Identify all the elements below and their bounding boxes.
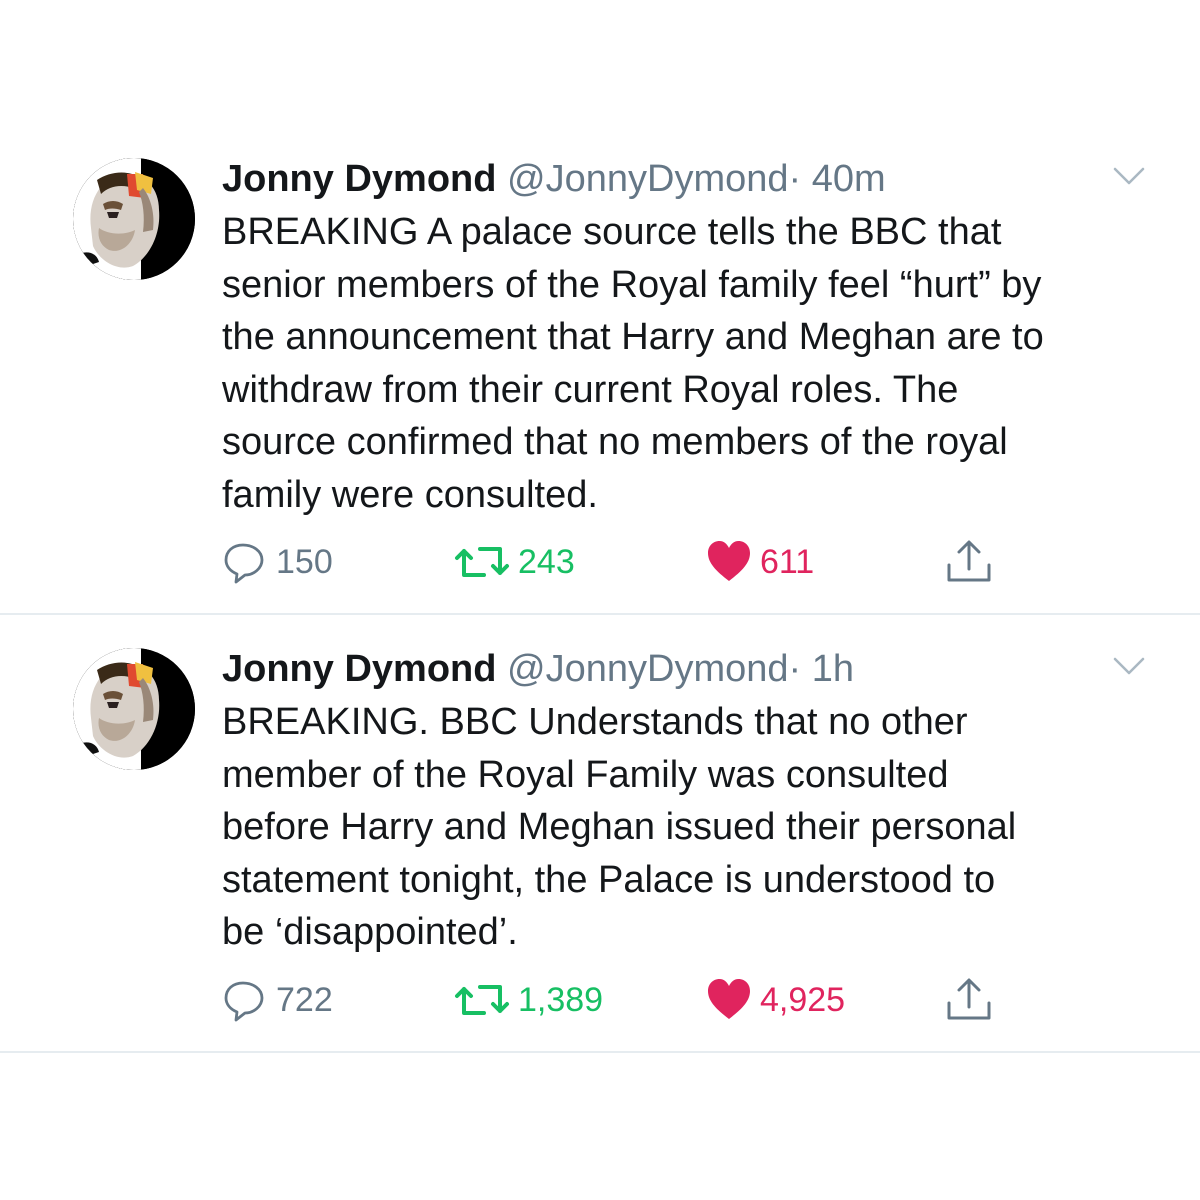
chevron-down-icon[interactable] xyxy=(1113,656,1145,676)
tweet-actions: 722 1,389 4,925 xyxy=(222,976,1022,1024)
tweet-timestamp[interactable]: 1h xyxy=(812,648,854,690)
reply-count: 150 xyxy=(276,542,333,581)
tweet-divider xyxy=(0,613,1200,615)
tweet-divider xyxy=(0,1051,1200,1053)
tweet-text: BREAKING. BBC Understands that no other … xyxy=(222,701,1017,953)
tweet-header: Jonny Dymond @JonnyDymond· 1h xyxy=(222,644,854,694)
chevron-down-icon[interactable] xyxy=(1113,166,1145,186)
reply-button[interactable]: 722 xyxy=(222,976,333,1024)
tweet[interactable]: Jonny Dymond @JonnyDymond· 1h BREAKING. … xyxy=(0,640,1200,1051)
retweet-icon xyxy=(454,977,510,1023)
author-name[interactable]: Jonny Dymond xyxy=(222,158,496,200)
author-name[interactable]: Jonny Dymond xyxy=(222,648,496,690)
share-icon xyxy=(944,539,994,585)
like-button[interactable]: 611 xyxy=(706,538,814,586)
retweet-count: 243 xyxy=(518,542,575,581)
reply-icon xyxy=(222,539,268,585)
avatar-image xyxy=(73,648,195,770)
retweet-button[interactable]: 243 xyxy=(454,538,575,586)
share-button[interactable] xyxy=(944,538,994,586)
retweet-count: 1,389 xyxy=(518,980,604,1019)
reply-button[interactable]: 150 xyxy=(222,538,333,586)
separator-dot: · xyxy=(788,648,802,690)
avatar[interactable] xyxy=(73,158,195,280)
tweet-actions: 150 243 611 xyxy=(222,538,1022,586)
retweet-icon xyxy=(454,539,510,585)
heart-icon xyxy=(706,539,752,585)
tweet-text: BREAKING A palace source tells the BBC t… xyxy=(222,211,1044,516)
avatar-image xyxy=(73,158,195,280)
tweet-header: Jonny Dymond @JonnyDymond· 40m xyxy=(222,154,886,204)
heart-icon xyxy=(706,977,752,1023)
retweet-button[interactable]: 1,389 xyxy=(454,976,603,1024)
reply-count: 722 xyxy=(276,980,333,1019)
reply-icon xyxy=(222,977,268,1023)
author-handle[interactable]: @JonnyDymond xyxy=(507,158,788,200)
avatar[interactable] xyxy=(73,648,195,770)
share-button[interactable] xyxy=(944,976,994,1024)
share-icon xyxy=(944,977,994,1023)
like-count: 611 xyxy=(760,542,815,581)
author-handle[interactable]: @JonnyDymond xyxy=(507,648,788,690)
tweet-timestamp[interactable]: 40m xyxy=(812,158,886,200)
like-button[interactable]: 4,925 xyxy=(706,976,845,1024)
like-count: 4,925 xyxy=(760,980,846,1019)
tweet[interactable]: Jonny Dymond @JonnyDymond· 40m BREAKING … xyxy=(0,150,1200,613)
separator-dot: · xyxy=(788,158,802,200)
